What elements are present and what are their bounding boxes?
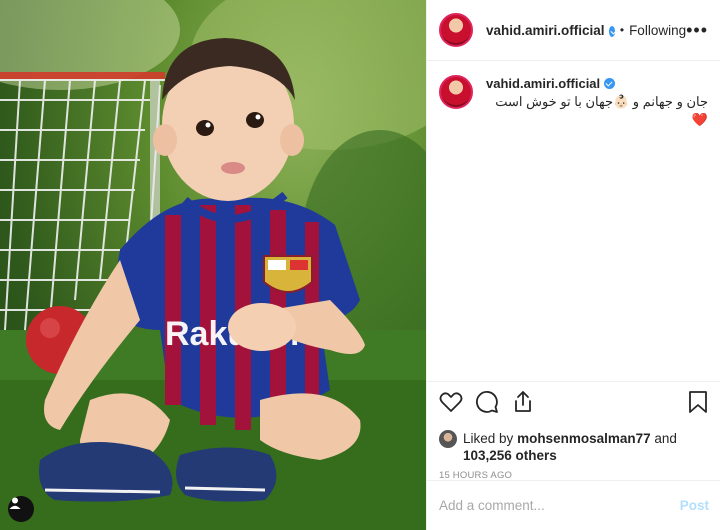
- post-side-panel: vahid.amiri.official • Following ••• vah…: [426, 0, 720, 530]
- add-comment-bar: Post: [427, 480, 720, 530]
- likes-count[interactable]: 103,256 others: [463, 448, 557, 463]
- caption-row: vahid.amiri.official جان و جهانم و 👶🏻جها…: [439, 75, 708, 129]
- likes-summary: Liked by mohsenmosalman77 and 103,256 ot…: [439, 430, 709, 464]
- likes-text: Liked by mohsenmosalman77 and 103,256 ot…: [463, 430, 677, 464]
- caption-author-username[interactable]: vahid.amiri.official: [486, 76, 600, 91]
- author-avatar[interactable]: [439, 13, 473, 47]
- share-icon[interactable]: [511, 390, 535, 419]
- caption-body: vahid.amiri.official جان و جهانم و 👶🏻جها…: [486, 75, 708, 129]
- likes-prefix: Liked by: [463, 431, 514, 446]
- post-photo[interactable]: Rakuten: [0, 0, 426, 530]
- following-button[interactable]: Following: [629, 23, 686, 38]
- heart-icon[interactable]: [439, 390, 463, 419]
- likes-and: and: [654, 431, 677, 446]
- more-options-icon[interactable]: •••: [686, 21, 708, 39]
- comment-input[interactable]: [439, 498, 680, 513]
- post-comment-button[interactable]: Post: [680, 498, 709, 513]
- caption-text: جان و جهانم و 👶🏻جهان با تو خوش است❤️: [495, 94, 708, 127]
- comment-bubble-icon[interactable]: [475, 390, 499, 419]
- user-tag-button[interactable]: [8, 496, 34, 522]
- caption-author-avatar[interactable]: [439, 75, 473, 109]
- liked-by-username[interactable]: mohsenmosalman77: [517, 431, 651, 446]
- bookmark-icon[interactable]: [687, 390, 709, 419]
- verified-badge-icon: [608, 25, 615, 37]
- verified-badge-icon: [604, 78, 616, 89]
- action-icons: [439, 390, 709, 418]
- author-username[interactable]: vahid.amiri.official: [486, 23, 605, 38]
- separator-dot: •: [619, 23, 625, 37]
- user-tag-icon: [9, 497, 21, 509]
- liker-avatar[interactable]: [439, 430, 457, 448]
- post-header: vahid.amiri.official • Following •••: [427, 0, 720, 61]
- photo-illustration: Rakuten: [0, 0, 426, 530]
- comments-section: vahid.amiri.official جان و جهانم و 👶🏻جها…: [427, 61, 720, 381]
- post-actions: Liked by mohsenmosalman77 and 103,256 ot…: [427, 381, 720, 481]
